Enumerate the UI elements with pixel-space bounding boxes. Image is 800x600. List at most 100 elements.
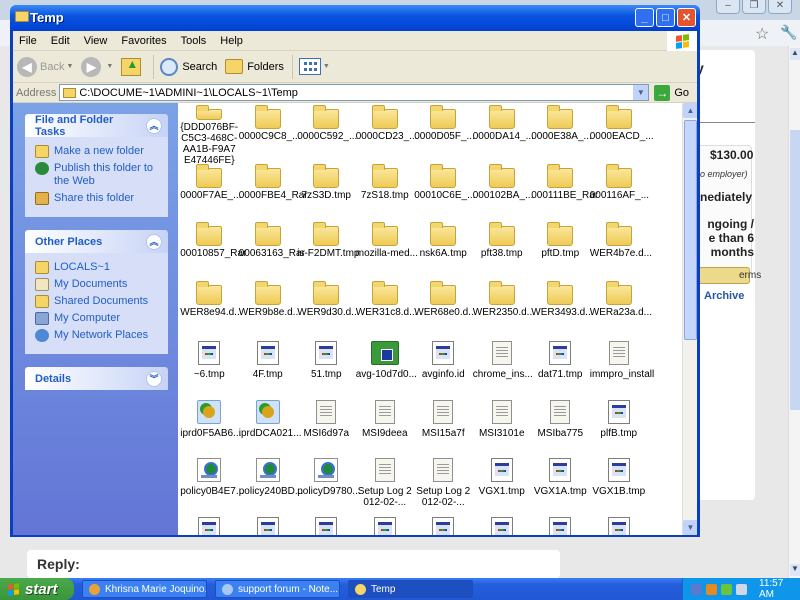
file-item[interactable]: 7zS3D.tmp xyxy=(297,163,356,225)
file-item[interactable]: WER9b8e.d... xyxy=(239,280,301,342)
file-item[interactable]: WER2350.d... xyxy=(473,280,535,342)
menu-edit[interactable]: Edit xyxy=(51,35,70,47)
taskbar-button[interactable]: Khrisna Marie Joquino... xyxy=(82,580,207,598)
file-item[interactable]: 0000F7AE_... xyxy=(180,163,241,225)
minimize-button[interactable]: _ xyxy=(635,8,654,27)
archive-link[interactable]: Archive xyxy=(704,290,744,302)
place-my-network-places[interactable]: My Network Places xyxy=(35,329,160,342)
file-item[interactable]: chrome_ins... xyxy=(473,341,533,400)
file-item[interactable]: VGX1B.tmp xyxy=(590,458,649,517)
file-item[interactable]: 000111BE_Rar xyxy=(531,163,598,225)
scroll-thumb[interactable] xyxy=(684,120,697,340)
menu-tools[interactable]: Tools xyxy=(181,35,207,47)
bookmark-star-icon[interactable]: ☆ xyxy=(755,24,769,44)
scroll-down-icon[interactable]: ▼ xyxy=(683,520,697,535)
scroll-up-icon[interactable]: ▲ xyxy=(683,103,697,118)
taskbar-button[interactable]: Temp xyxy=(348,580,473,598)
up-folder-button[interactable] xyxy=(121,57,145,76)
menu-view[interactable]: View xyxy=(84,35,108,47)
file-item[interactable]: 0000CD23_... xyxy=(356,105,417,166)
file-item[interactable]: avginfo.id xyxy=(414,341,473,400)
file-item[interactable]: WERa23a.d... xyxy=(590,280,652,342)
file-item[interactable]: 7zS18.tmp xyxy=(356,163,415,225)
panel-header[interactable]: File and Folder Tasks ︽ xyxy=(25,114,168,138)
file-item[interactable]: MSI3101e xyxy=(473,399,532,459)
file-item[interactable]: 51.tmp xyxy=(297,341,356,400)
file-item[interactable]: 0000C9C8_... xyxy=(239,105,300,166)
network-icon[interactable] xyxy=(691,583,702,595)
close-button[interactable]: ✕ xyxy=(677,8,696,27)
file-item[interactable]: is-F2DMT.tmp xyxy=(297,222,359,283)
security-shield-icon[interactable] xyxy=(721,583,732,595)
clock[interactable]: 11:57 AM xyxy=(759,578,800,600)
file-item[interactable]: MSIba775 xyxy=(531,399,590,459)
file-item[interactable] xyxy=(297,516,356,535)
file-item[interactable] xyxy=(473,516,532,535)
browser-restore-button[interactable]: ❐ xyxy=(742,0,766,14)
file-item[interactable] xyxy=(590,516,649,535)
collapse-icon[interactable]: ︽ xyxy=(146,233,162,250)
avast-icon[interactable] xyxy=(706,583,717,595)
file-item[interactable]: Setup Log 2012-02-... xyxy=(414,458,473,517)
file-item[interactable]: MSI9deea xyxy=(356,399,415,459)
file-item[interactable]: 0000FBE4_Rar xyxy=(239,163,308,225)
file-item[interactable]: MSI15a7f xyxy=(414,399,473,459)
address-input[interactable]: C:\DOCUME~1\ADMINI~1\LOCALS~1\Temp ▼ xyxy=(59,84,650,101)
file-item[interactable]: WER31c8.d... xyxy=(356,280,417,342)
file-item[interactable]: WER4b7e.d... xyxy=(590,222,652,283)
file-item[interactable]: nsk6A.tmp xyxy=(414,222,473,283)
file-item[interactable]: 000116AF_... xyxy=(590,163,649,225)
browser-scrollbar[interactable]: ▲ ▼ xyxy=(788,46,800,578)
menu-help[interactable]: Help xyxy=(220,35,243,47)
file-item[interactable]: WER3493.d... xyxy=(531,280,594,342)
file-item[interactable]: 000102BA_... xyxy=(473,163,533,225)
place-shared-documents[interactable]: Shared Documents xyxy=(35,295,160,308)
file-item[interactable]: policy0B4E7... xyxy=(180,458,244,517)
folders-button[interactable]: Folders xyxy=(225,59,284,74)
file-item[interactable]: pft38.tmp xyxy=(473,222,532,283)
file-item[interactable]: VGX1.tmp xyxy=(473,458,532,517)
file-item[interactable]: iprd0F5AB6... xyxy=(180,399,241,459)
file-item[interactable]: immpro_install xyxy=(590,341,654,400)
address-value[interactable]: C:\DOCUME~1\ADMINI~1\LOCALS~1\Temp xyxy=(79,87,298,99)
maximize-button[interactable]: □ xyxy=(656,8,675,27)
panel-header[interactable]: Details ︾ xyxy=(25,367,168,390)
file-item[interactable] xyxy=(531,516,590,535)
menu-file[interactable]: File xyxy=(19,35,37,47)
file-item[interactable]: MSI6d97a xyxy=(297,399,356,459)
file-item[interactable]: 0000E38A_... xyxy=(531,105,592,166)
file-item[interactable]: policy240BD... xyxy=(239,458,303,517)
scroll-down-icon[interactable]: ▼ xyxy=(790,564,800,576)
file-item[interactable]: WER8e94.d... xyxy=(180,280,243,342)
start-button[interactable]: start xyxy=(0,578,74,600)
file-item[interactable]: 00010C6E_... xyxy=(414,163,475,225)
sound-icon[interactable] xyxy=(736,583,747,595)
task-share-folder[interactable]: Share this folder xyxy=(35,192,160,205)
browser-scroll-thumb[interactable] xyxy=(790,130,800,410)
browser-minimize-button[interactable]: – xyxy=(716,0,740,14)
file-item[interactable]: 0000C592_... xyxy=(297,105,357,166)
scroll-up-icon[interactable]: ▲ xyxy=(790,48,800,60)
file-item[interactable] xyxy=(180,516,239,535)
file-item[interactable]: 0000DA14_... xyxy=(473,105,534,166)
file-item[interactable]: pftD.tmp xyxy=(531,222,590,283)
search-button[interactable]: Search xyxy=(160,57,217,76)
file-item[interactable]: WER9d30.d... xyxy=(297,280,360,342)
file-item[interactable] xyxy=(239,516,298,535)
menu-favorites[interactable]: Favorites xyxy=(121,35,166,47)
task-publish-folder[interactable]: Publish this folder to the Web xyxy=(35,162,160,188)
file-item[interactable]: {DDD076BF-C5C3-468C-AA1B-F9A7E47446FE} xyxy=(180,105,239,166)
file-list-scrollbar[interactable]: ▲ ▼ xyxy=(682,103,697,535)
file-item[interactable] xyxy=(356,516,415,535)
views-button[interactable]: ▼ xyxy=(298,58,330,75)
file-item[interactable]: 4F.tmp xyxy=(239,341,298,400)
collapse-icon[interactable]: ︽ xyxy=(146,117,162,134)
title-bar[interactable]: Temp _ □ ✕ xyxy=(10,5,700,31)
file-item[interactable] xyxy=(414,516,473,535)
file-item[interactable]: policyD9780... xyxy=(297,458,361,517)
file-item[interactable]: 00063163_Rar xyxy=(239,222,305,283)
expand-icon[interactable]: ︾ xyxy=(146,370,162,387)
place-locals[interactable]: LOCALS~1 xyxy=(35,261,160,274)
file-item[interactable]: WER68e0.d... xyxy=(414,280,477,342)
file-item[interactable]: 0000D05F_... xyxy=(414,105,475,166)
